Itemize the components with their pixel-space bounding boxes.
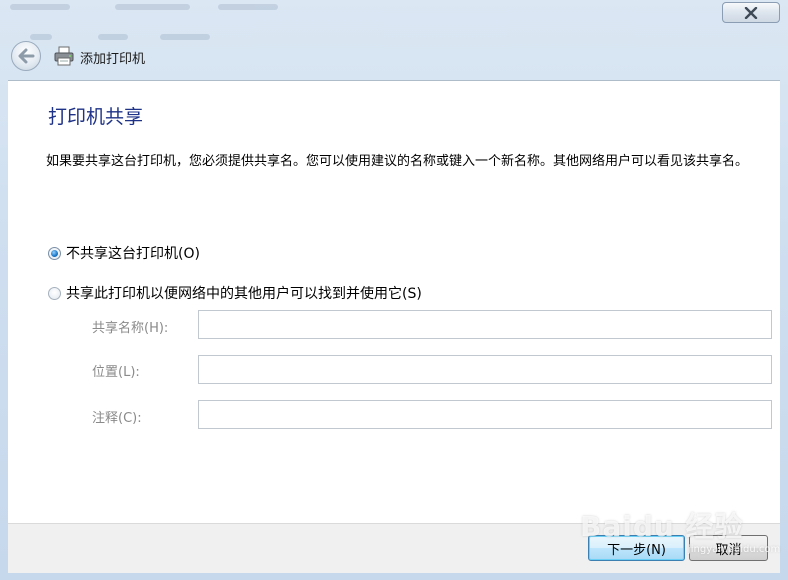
window-title: 添加打印机 <box>80 52 146 67</box>
description-text: 如果要共享这台打印机，您必须提供共享名。您可以使用建议的名称或键入一个新名称。其… <box>46 154 749 169</box>
radio-option-no-share[interactable]: 不共享这台打印机(O) <box>48 243 200 263</box>
back-arrow-icon <box>18 48 35 64</box>
page-heading: 打印机共享 <box>48 106 144 128</box>
printer-icon <box>54 46 74 66</box>
radio-button-selected[interactable] <box>48 246 61 260</box>
location-label: 位置(L): <box>92 365 140 380</box>
dialog-window: 添加打印机 打印机共享 如果要共享这台打印机，您必须提供共享名。您可以使用建议的… <box>0 0 788 580</box>
wizard-content: 打印机共享 如果要共享这台打印机，您必须提供共享名。您可以使用建议的名称或键入一… <box>8 80 780 524</box>
watermark-url: jingyan.baidu.com <box>688 544 781 555</box>
comment-input[interactable] <box>198 400 772 429</box>
watermark: Baidu 经验 <box>580 510 744 543</box>
blurred-background-window <box>0 0 700 46</box>
radio-label-share: 共享此打印机以便网络中的其他用户可以找到并使用它(S) <box>66 286 422 302</box>
comment-label: 注释(C): <box>92 411 142 426</box>
radio-label-no-share: 不共享这台打印机(O) <box>66 246 200 262</box>
back-button[interactable] <box>11 41 41 71</box>
close-button[interactable] <box>722 2 780 23</box>
share-name-label: 共享名称(H): <box>92 321 169 336</box>
location-input[interactable] <box>198 355 772 384</box>
close-icon <box>744 6 758 19</box>
share-name-input[interactable] <box>198 310 772 339</box>
radio-option-share[interactable]: 共享此打印机以便网络中的其他用户可以找到并使用它(S) <box>48 283 422 303</box>
radio-button-unselected[interactable] <box>48 286 61 300</box>
